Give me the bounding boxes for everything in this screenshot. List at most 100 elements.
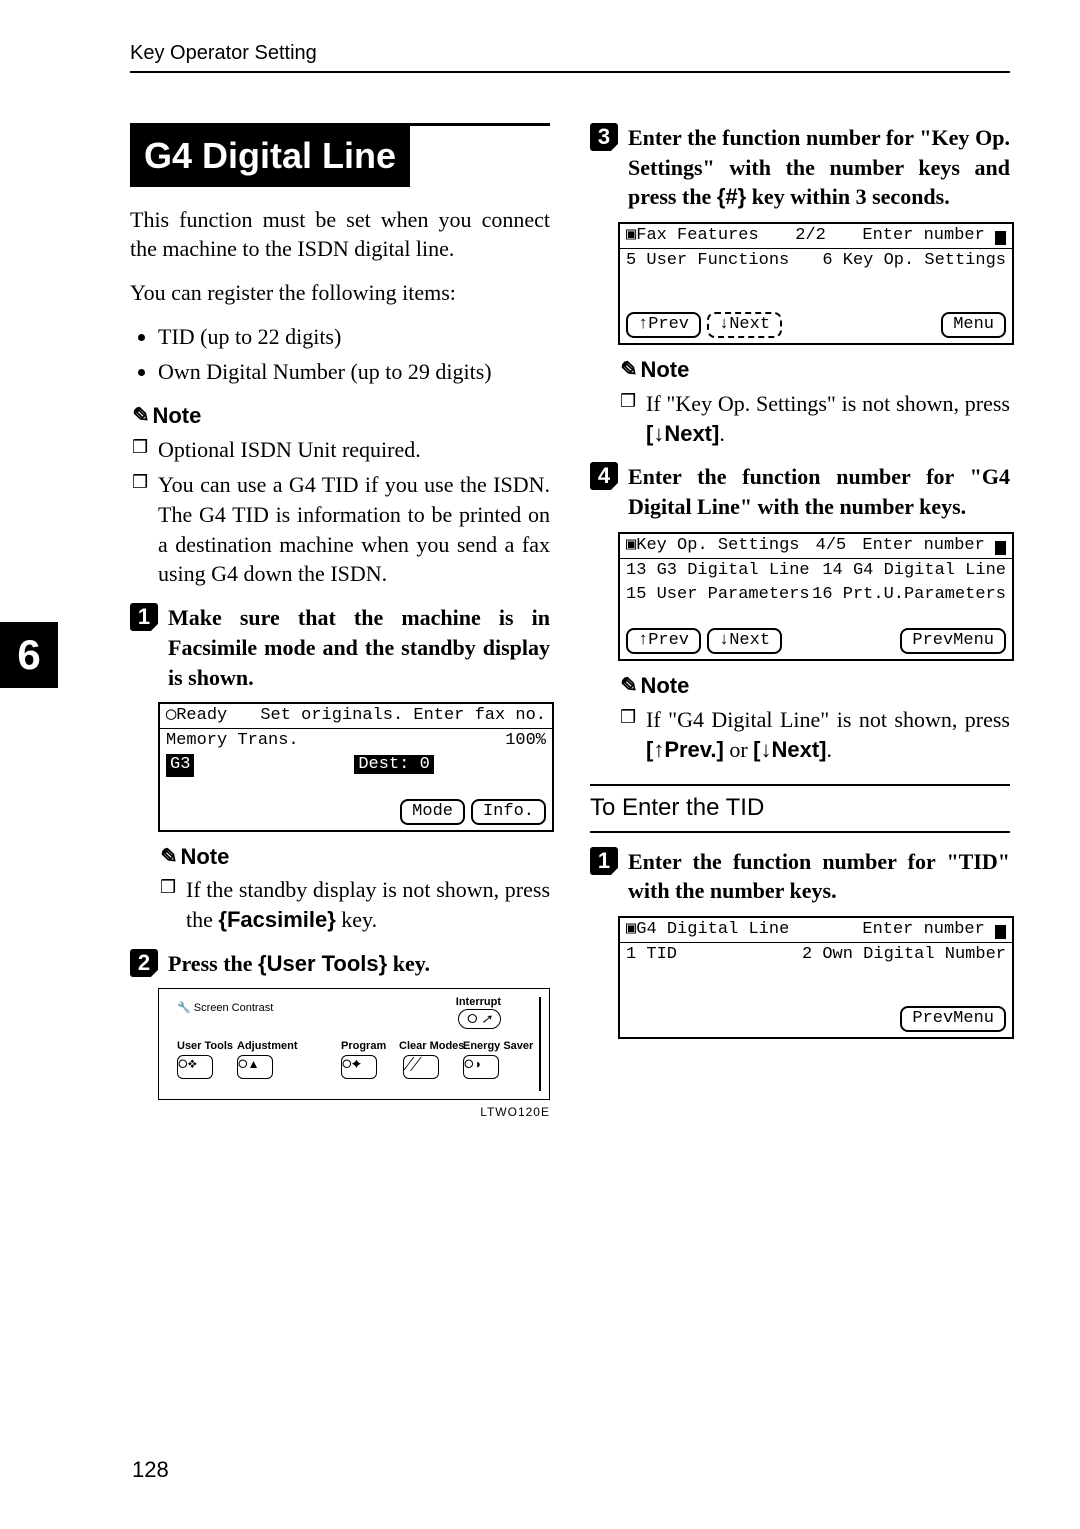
note-label: Note bbox=[640, 673, 689, 698]
step-4-text: Enter the function number for "G4 Digita… bbox=[628, 462, 1010, 521]
note-item: You can use a G4 TID if you use the ISDN… bbox=[130, 470, 550, 589]
lcd-display-4: ▣G4 Digital Line Enter number 1 TID 2 Ow… bbox=[618, 916, 1014, 1039]
pencil-icon: ✎ bbox=[156, 840, 179, 872]
running-head: Key Operator Setting bbox=[130, 40, 1010, 67]
lcd1-info-button[interactable]: Info. bbox=[471, 799, 546, 825]
lcd1-mode-button[interactable]: Mode bbox=[400, 799, 465, 825]
step-2: 2 Press the {User Tools} key. bbox=[130, 949, 550, 979]
step-number-2: 2 bbox=[130, 949, 158, 977]
panel-code: LTWO120E bbox=[130, 1104, 550, 1120]
lcd1-line2-right: 100% bbox=[505, 730, 546, 752]
page: Key Operator Setting 6 G4 Digital Line T… bbox=[0, 0, 1080, 1529]
note-list-1: Optional ISDN Unit required. You can use… bbox=[130, 435, 550, 589]
panel-user-tools-button[interactable]: ⭘❖ bbox=[177, 1055, 213, 1079]
step-number-1: 1 bbox=[130, 603, 158, 631]
user-tools-key: {User Tools} bbox=[258, 951, 387, 976]
panel-energy-saver: Energy Saver bbox=[463, 1039, 533, 1054]
lcd4-title-right: Enter number bbox=[862, 920, 984, 939]
lcd2-title-mid: 2/2 bbox=[795, 225, 826, 247]
lcd-display-3: ▣Key Op. Settings 4/5 Enter number 13 G3… bbox=[618, 532, 1014, 661]
head-rule bbox=[130, 71, 1010, 73]
lcd2-title-right: Enter number bbox=[862, 226, 984, 245]
cursor-icon bbox=[995, 231, 1006, 245]
panel-energy-saver-button[interactable]: ⭘◑ bbox=[463, 1055, 499, 1079]
step-number-3: 3 bbox=[590, 123, 618, 151]
lcd3-row2-right: 14 G4 Digital Line bbox=[822, 560, 1006, 582]
lcd4-prevmenu-button[interactable]: PrevMenu bbox=[900, 1006, 1006, 1032]
lcd3-row2-left: 13 G3 Digital Line bbox=[626, 560, 810, 582]
panel-program-button[interactable]: ⭘✦ bbox=[341, 1055, 377, 1079]
lcd2-prev-button[interactable]: ↑Prev bbox=[626, 312, 701, 338]
left-column: G4 Digital Line This function must be se… bbox=[130, 123, 550, 1131]
page-number: 128 bbox=[132, 1455, 169, 1485]
panel-clear-modes-button[interactable]: ╱╱ bbox=[403, 1055, 439, 1079]
step-2-text: Press the {User Tools} key. bbox=[168, 949, 550, 979]
subhead-rule-top bbox=[590, 784, 1010, 786]
note-label: Note bbox=[180, 844, 229, 869]
note-item: Optional ISDN Unit required. bbox=[130, 435, 550, 465]
panel-adjustment: Adjustment bbox=[237, 1039, 298, 1054]
lcd-display-2: ▣Fax Features 2/2 Enter number 5 User Fu… bbox=[618, 222, 1014, 345]
subheading-block: To Enter the TID bbox=[590, 784, 1010, 832]
next-key: [↓Next] bbox=[646, 421, 719, 446]
lcd3-title-right: Enter number bbox=[862, 536, 984, 555]
prev-key: [↑Prev.] bbox=[646, 737, 724, 762]
note-heading: ✎Note bbox=[158, 842, 550, 872]
intro-2: You can register the following items: bbox=[130, 278, 550, 308]
panel-interrupt-button[interactable]: ⭘ ➚ bbox=[458, 1009, 501, 1029]
intro-1: This function must be set when you conne… bbox=[130, 205, 550, 264]
lcd3-prevmenu-button[interactable]: PrevMenu bbox=[900, 628, 1006, 654]
lcd4-row2-right: 2 Own Digital Number bbox=[802, 944, 1006, 966]
facsimile-key: {Facsimile} bbox=[218, 907, 335, 932]
note-list-2: If "Key Op. Settings" is not shown, pres… bbox=[618, 389, 1010, 448]
lcd2-title-left: Fax Features bbox=[636, 226, 758, 245]
lcd1-status-left: ◯Ready bbox=[166, 705, 227, 727]
side-tab: 6 bbox=[0, 622, 58, 688]
lcd2-next-button[interactable]: ↓Next bbox=[707, 312, 782, 338]
lcd2-row2-right: 6 Key Op. Settings bbox=[822, 250, 1006, 272]
note-heading: ✎Note bbox=[618, 355, 1010, 385]
lcd3-title-mid: 4/5 bbox=[816, 535, 847, 557]
step-1: 1 Make sure that the machine is in Facsi… bbox=[130, 603, 550, 692]
lcd1-line3-right: Dest: 0 bbox=[354, 755, 433, 774]
lcd3-row3-right: 16 Prt.U.Parameters bbox=[812, 584, 1006, 606]
lcd2-menu-button[interactable]: Menu bbox=[941, 312, 1006, 338]
step-4: 4 Enter the function number for "G4 Digi… bbox=[590, 462, 1010, 521]
note-item: If the standby display is not shown, pre… bbox=[158, 875, 550, 934]
note-heading: ✎Note bbox=[130, 401, 550, 431]
step-5: 1 Enter the function number for "TID" wi… bbox=[590, 847, 1010, 906]
step-3-text: Enter the function number for "Key Op. S… bbox=[628, 123, 1010, 212]
control-panel-figure: 🔧 Screen Contrast Interrupt ⭘ ➚ User Too… bbox=[158, 988, 550, 1100]
columns: G4 Digital Line This function must be se… bbox=[130, 123, 1010, 1131]
lcd-display-1: ◯Ready Set originals. Enter fax no. Memo… bbox=[158, 702, 554, 831]
bullet-list: TID (up to 22 digits) Own Digital Number… bbox=[158, 322, 550, 387]
panel-adjustment-button[interactable]: ⭘▲ bbox=[237, 1055, 273, 1079]
panel-interrupt: Interrupt bbox=[456, 995, 501, 1010]
bullet-item: Own Digital Number (up to 29 digits) bbox=[158, 357, 550, 387]
note-label: Note bbox=[152, 403, 201, 428]
lcd3-next-button[interactable]: ↓Next bbox=[707, 628, 782, 654]
section-title-wrap: G4 Digital Line bbox=[130, 123, 550, 187]
lcd3-row3-left: 15 User Parameters bbox=[626, 584, 810, 606]
note-list-1b: If the standby display is not shown, pre… bbox=[158, 875, 550, 934]
step-5-text: Enter the function number for "TID" with… bbox=[628, 847, 1010, 906]
step-1-text: Make sure that the machine is in Facsimi… bbox=[168, 603, 550, 692]
lcd1-line2-left: Memory Trans. bbox=[166, 730, 299, 752]
pencil-icon: ✎ bbox=[616, 670, 639, 702]
panel-program: Program bbox=[341, 1039, 386, 1054]
hash-key: {#} bbox=[717, 184, 746, 209]
lcd2-row2-left: 5 User Functions bbox=[626, 250, 789, 272]
lcd4-title-left: G4 Digital Line bbox=[636, 920, 789, 939]
note-label: Note bbox=[640, 357, 689, 382]
section-title: G4 Digital Line bbox=[130, 126, 410, 187]
pencil-icon: ✎ bbox=[128, 400, 151, 432]
lcd1-line3-left: G3 bbox=[166, 754, 194, 776]
panel-screen-contrast: 🔧 Screen Contrast bbox=[177, 1001, 273, 1016]
note-heading: ✎Note bbox=[618, 671, 1010, 701]
cursor-icon bbox=[995, 541, 1006, 555]
step-number-1-sub: 1 bbox=[590, 847, 618, 875]
lcd3-prev-button[interactable]: ↑Prev bbox=[626, 628, 701, 654]
bullet-item: TID (up to 22 digits) bbox=[158, 322, 550, 352]
subheading: To Enter the TID bbox=[590, 792, 1010, 824]
note-item: If "Key Op. Settings" is not shown, pres… bbox=[618, 389, 1010, 448]
